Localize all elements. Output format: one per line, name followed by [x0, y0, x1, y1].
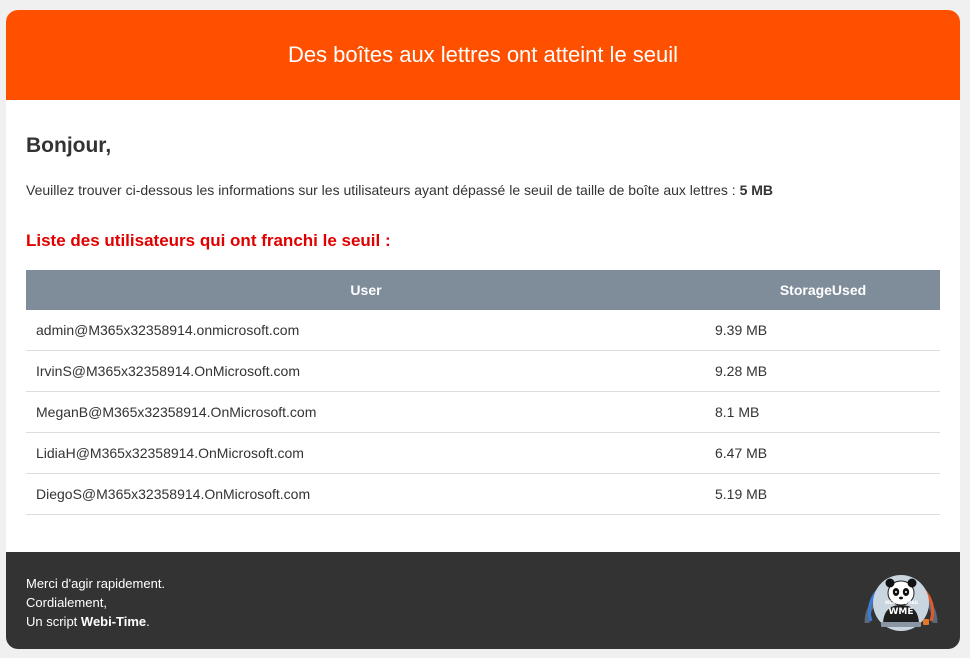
- storage-cell: 8.1 MB: [706, 391, 940, 433]
- email-footer: Merci d'agir rapidement. Cordialement, U…: [6, 552, 960, 649]
- footer-line-urgency: Merci d'agir rapidement.: [26, 576, 166, 591]
- user-cell: DiegoS@M365x32358914.OnMicrosoft.com: [26, 473, 706, 515]
- table-header-row: User StorageUsed: [26, 270, 940, 310]
- column-header-storage: StorageUsed: [779, 282, 867, 298]
- list-title: Liste des utilisateurs qui ont franchi l…: [26, 231, 391, 250]
- webi-time-logo: WEBITIMEMAIL WME: [861, 567, 941, 633]
- logo-arc-text: WEBITIMEMAIL: [885, 600, 919, 605]
- table-row: admin@M365x32358914.onmicrosoft.com 9.39…: [26, 310, 940, 351]
- footer-line-script: Un script Webi-Time.: [26, 612, 165, 631]
- logo-wme-text: WME: [888, 607, 914, 617]
- email-header: Des boîtes aux lettres ont atteint le se…: [6, 10, 960, 100]
- storage-cell: 6.47 MB: [706, 432, 940, 474]
- footer-brand: Webi-Time: [80, 614, 147, 629]
- storage-cell: 5.19 MB: [706, 473, 940, 515]
- intro-text: Veuillez trouver ci-dessous les informat…: [26, 182, 740, 198]
- user-cell: MeganB@M365x32358914.OnMicrosoft.com: [26, 391, 706, 433]
- greeting: Bonjour,: [26, 134, 112, 157]
- intro-paragraph: Veuillez trouver ci-dessous les informat…: [26, 181, 940, 199]
- footer-signature: Merci d'agir rapidement. Cordialement, U…: [26, 574, 165, 631]
- footer-script-suffix: .: [146, 614, 150, 629]
- email-card: Des boîtes aux lettres ont atteint le se…: [6, 10, 960, 649]
- footer-script-prefix: Un script: [26, 614, 81, 629]
- email-title: Des boîtes aux lettres ont atteint le se…: [287, 42, 679, 67]
- threshold-value: 5 MB: [739, 182, 774, 198]
- table-row: MeganB@M365x32358914.OnMicrosoft.com 8.1…: [26, 391, 940, 433]
- table-row: IrvinS@M365x32358914.OnMicrosoft.com 9.2…: [26, 350, 940, 392]
- table-row: LidiaH@M365x32358914.OnMicrosoft.com 6.4…: [26, 432, 940, 474]
- user-cell: LidiaH@M365x32358914.OnMicrosoft.com: [26, 432, 706, 474]
- user-cell: admin@M365x32358914.onmicrosoft.com: [26, 310, 706, 351]
- user-cell: IrvinS@M365x32358914.OnMicrosoft.com: [26, 350, 706, 392]
- email-body: Bonjour, Veuillez trouver ci-dessous les…: [6, 133, 960, 515]
- users-table: User StorageUsed admin@M365x32358914.onm…: [26, 270, 940, 515]
- footer-line-regards: Cordialement,: [26, 595, 107, 610]
- storage-cell: 9.28 MB: [706, 350, 940, 392]
- column-header-user: User: [350, 282, 382, 298]
- storage-cell: 9.39 MB: [706, 310, 940, 351]
- table-row: DiegoS@M365x32358914.OnMicrosoft.com 5.1…: [26, 473, 940, 515]
